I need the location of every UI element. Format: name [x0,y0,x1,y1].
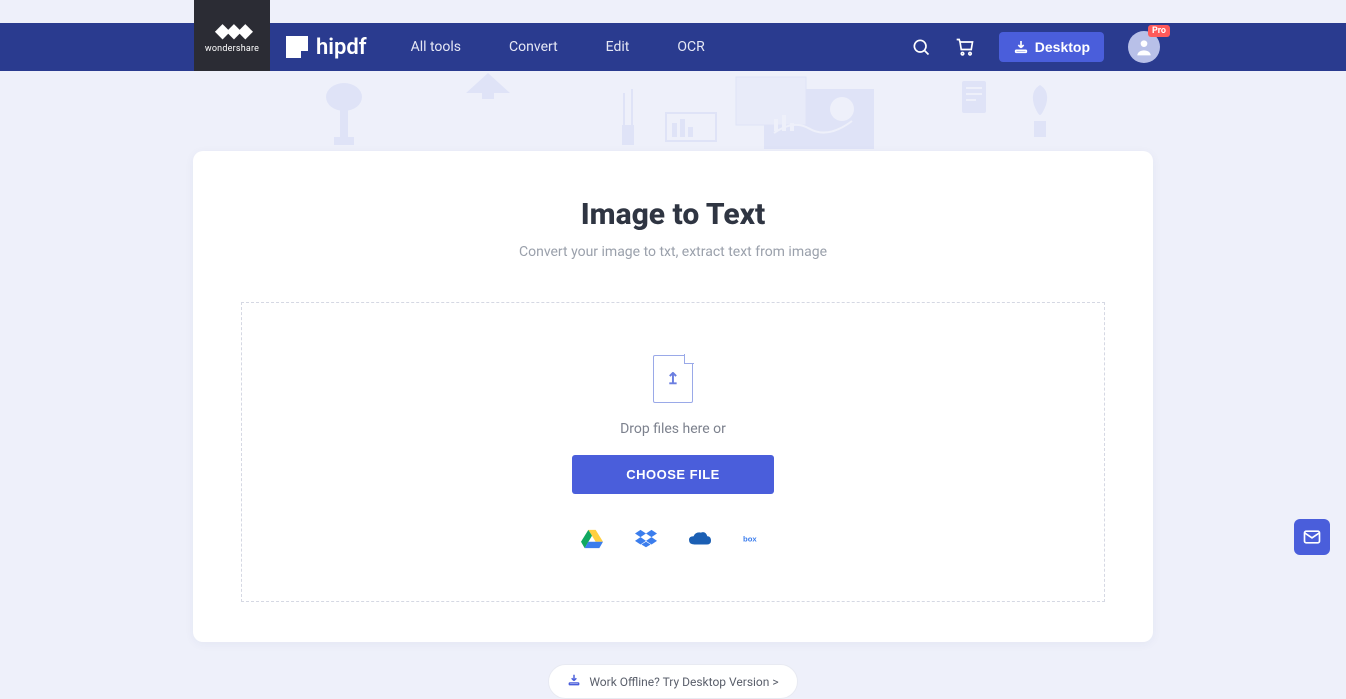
pro-badge: Pro [1148,25,1170,37]
svg-text:box: box [743,534,757,543]
search-icon[interactable] [911,37,931,57]
desktop-button-label: Desktop [1035,39,1090,55]
upload-file-icon: ↥ [653,355,693,403]
box-icon[interactable]: box [743,528,765,550]
file-dropzone[interactable]: ↥ Drop files here or CHOOSE FILE box [241,302,1105,602]
nav-edit[interactable]: Edit [606,39,630,55]
mail-icon [1302,527,1322,547]
nav-ocr[interactable]: OCR [677,39,704,55]
main-card: Image to Text Convert your image to txt,… [193,151,1153,642]
offline-cta-pill[interactable]: Work Offline? Try Desktop Version > [548,664,797,699]
cart-icon[interactable] [955,37,975,57]
onedrive-icon[interactable] [689,528,711,550]
product-name: hipdf [316,35,367,60]
wondershare-label: wondershare [205,44,259,54]
download-icon [567,673,581,690]
cloud-provider-row: box [581,528,765,550]
dropbox-icon[interactable] [635,528,657,550]
offline-cta-label: Work Offline? Try Desktop Version > [589,675,778,689]
wondershare-logo-icon: ◆◆◆ [215,18,249,42]
nav-links: All tools Convert Edit OCR [411,39,705,55]
feedback-button[interactable] [1294,519,1330,555]
drop-text: Drop files here or [620,421,726,437]
decorative-illustrations [0,71,1346,151]
product-logo[interactable]: hipdf [286,35,367,60]
desktop-button[interactable]: Desktop [999,32,1104,62]
wondershare-brand-block[interactable]: ◆◆◆ wondershare [194,0,270,71]
choose-file-button[interactable]: CHOOSE FILE [572,455,774,494]
nav-all-tools[interactable]: All tools [411,39,461,55]
nav-convert[interactable]: Convert [509,39,558,55]
hipdf-logo-icon [286,36,308,58]
page-subtitle: Convert your image to txt, extract text … [193,244,1153,260]
google-drive-icon[interactable] [581,528,603,550]
download-icon [1013,39,1029,55]
page-title: Image to Text [193,197,1153,232]
user-avatar[interactable]: Pro [1128,31,1160,63]
